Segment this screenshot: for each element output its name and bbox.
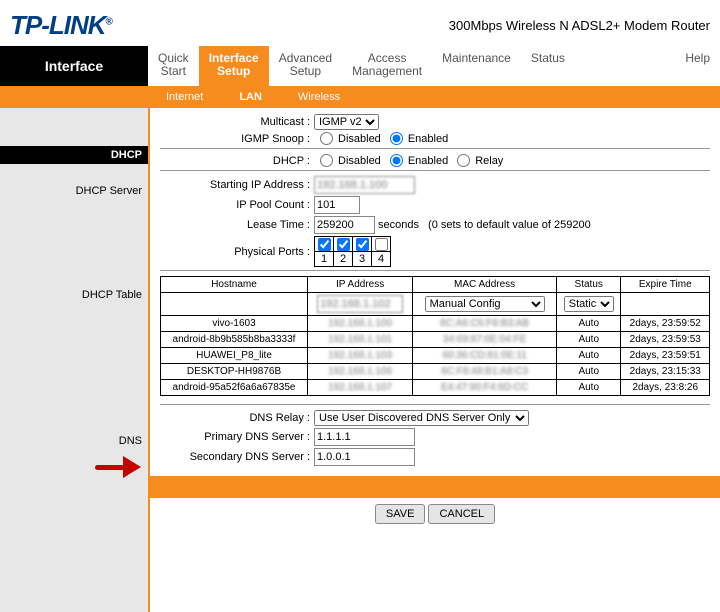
tab-maintenance[interactable]: Maintenance: [432, 46, 521, 86]
lease-time-label: Lease Time :: [160, 219, 314, 231]
dhcp-relay-text: Relay: [475, 155, 503, 167]
primary-dns-input[interactable]: [314, 428, 415, 446]
col-expire: Expire Time: [621, 277, 710, 293]
table-row: android-8b9b585b8ba3333f192.168.1.10134:…: [161, 332, 710, 348]
igmp-snoop-label: IGMP Snoop :: [160, 133, 314, 145]
physical-ports-grid: 1 2 3 4: [314, 236, 391, 267]
side-section-dhcp: DHCP: [0, 146, 148, 164]
tab-access-management[interactable]: AccessManagement: [342, 46, 432, 86]
dhcp-enabled-text: Enabled: [408, 155, 448, 167]
primary-dns-label: Primary DNS Server :: [160, 431, 314, 443]
pool-count-label: IP Pool Count :: [160, 199, 314, 211]
tab-interface-setup[interactable]: InterfaceSetup: [199, 46, 269, 86]
tab-quick-start[interactable]: QuickStart: [148, 46, 199, 86]
brand-logo: TP-LINK®: [10, 10, 112, 41]
subtab-internet[interactable]: Internet: [148, 91, 221, 103]
section-title: Interface: [0, 46, 148, 86]
port-2-num: 2: [334, 252, 352, 266]
dns-relay-select[interactable]: Use User Discovered DNS Server Only: [314, 410, 529, 426]
table-row: android-95a52f6a6a67835e192.168.1.107E4:…: [161, 380, 710, 396]
lease-time-input[interactable]: [314, 216, 375, 234]
igmp-disabled-radio[interactable]: [320, 132, 333, 145]
start-ip-label: Starting IP Address :: [160, 179, 314, 191]
col-status: Status: [556, 277, 621, 293]
manual-ip-input[interactable]: [317, 295, 403, 313]
subtab-lan[interactable]: LAN: [221, 91, 280, 103]
subtab-wireless[interactable]: Wireless: [280, 91, 358, 103]
save-button[interactable]: SAVE: [375, 504, 426, 524]
lease-unit: seconds: [378, 219, 419, 231]
igmp-disabled-text: Disabled: [338, 133, 381, 145]
tab-advanced-setup[interactable]: AdvancedSetup: [269, 46, 342, 86]
col-hostname: Hostname: [161, 277, 308, 293]
manual-mac-select[interactable]: Manual Config: [425, 296, 545, 312]
side-label-dhcp-server: DHCP Server: [0, 182, 148, 200]
port-4-num: 4: [372, 252, 390, 266]
port-3-checkbox[interactable]: [356, 238, 369, 251]
col-mac: MAC Address: [413, 277, 557, 293]
port-1-checkbox[interactable]: [318, 238, 331, 251]
side-label-dns: DNS: [0, 432, 148, 450]
dhcp-disabled-radio[interactable]: [320, 154, 333, 167]
table-row: HUAWEI_P8_lite192.168.1.10360:36:CD:81:0…: [161, 348, 710, 364]
dhcp-table: Hostname IP Address MAC Address Status E…: [160, 276, 710, 396]
dhcp-enabled-radio[interactable]: [390, 154, 403, 167]
port-3-num: 3: [353, 252, 371, 266]
side-label-dhcp-table: DHCP Table: [0, 286, 148, 304]
table-row: DESKTOP-HH9876B192.168.1.1066C:F8:48:B1:…: [161, 364, 710, 380]
cancel-button[interactable]: CANCEL: [428, 504, 495, 524]
dns-relay-label: DNS Relay :: [160, 412, 314, 424]
port-4-checkbox[interactable]: [375, 238, 388, 251]
table-row: vivo-1603192.168.1.1008C:A6:C6:F8:B3:ABA…: [161, 316, 710, 332]
secondary-dns-input[interactable]: [314, 448, 415, 466]
port-1-num: 1: [315, 252, 333, 266]
ports-label: Physical Ports :: [160, 246, 314, 258]
multicast-select[interactable]: IGMP v2: [314, 114, 379, 130]
secondary-dns-label: Secondary DNS Server :: [160, 451, 314, 463]
multicast-label: Multicast :: [160, 116, 314, 128]
port-2-checkbox[interactable]: [337, 238, 350, 251]
pool-count-input[interactable]: [314, 196, 360, 214]
start-ip-input[interactable]: [314, 176, 415, 194]
igmp-enabled-text: Enabled: [408, 133, 448, 145]
igmp-enabled-radio[interactable]: [390, 132, 403, 145]
manual-status-select[interactable]: Static: [564, 296, 614, 312]
dhcp-relay-radio[interactable]: [457, 154, 470, 167]
lease-note: (0 sets to default value of 259200: [428, 219, 591, 231]
product-tagline: 300Mbps Wireless N ADSL2+ Modem Router: [449, 18, 710, 33]
col-ip: IP Address: [308, 277, 413, 293]
tab-help[interactable]: Help: [675, 46, 720, 86]
tab-status[interactable]: Status: [521, 46, 575, 86]
dhcp-disabled-text: Disabled: [338, 155, 381, 167]
dhcp-mode-label: DHCP :: [160, 155, 314, 167]
table-row-manual: Manual Config Static: [161, 293, 710, 316]
